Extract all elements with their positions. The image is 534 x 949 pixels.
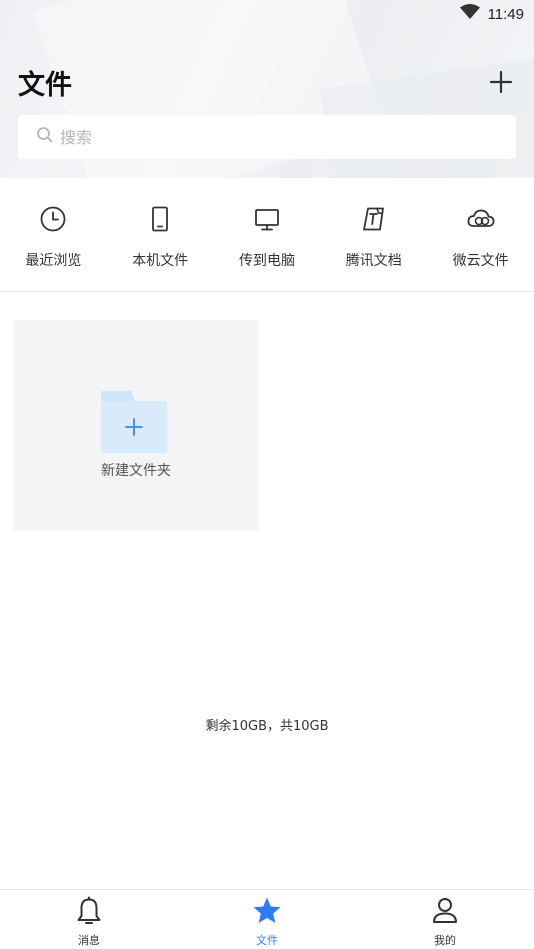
status-bar: 11:49 <box>0 0 534 28</box>
shortcut-label: 本机文件 <box>132 253 189 269</box>
cloud-icon <box>466 204 496 234</box>
page-header: 文件 <box>18 60 516 104</box>
search-input[interactable] <box>60 127 500 147</box>
star-icon <box>252 896 282 930</box>
person-icon <box>431 896 459 930</box>
storage-info: 剩余10GB，共10GB <box>205 719 329 734</box>
nav-label: 消息 <box>78 934 100 947</box>
nav-messages[interactable]: 消息 <box>0 890 178 949</box>
search-bar[interactable] <box>18 115 516 159</box>
status-time: 11:49 <box>487 5 524 23</box>
search-icon <box>36 126 54 148</box>
page-title: 文件 <box>18 69 72 101</box>
folder-plus-icon <box>101 391 167 457</box>
shortcut-weiyun-files[interactable]: 微云文件 <box>427 178 534 291</box>
tencent-docs-icon <box>359 204 389 234</box>
shortcut-row: 最近浏览 本机文件 传到电脑 腾讯文档 微云文件 <box>0 178 534 292</box>
nav-label: 我的 <box>434 934 456 947</box>
shortcut-label: 传到电脑 <box>238 253 295 269</box>
shortcut-local-files[interactable]: 本机文件 <box>107 178 214 291</box>
shortcut-label: 最近浏览 <box>25 253 82 269</box>
phone-icon <box>145 204 175 234</box>
new-folder-card[interactable]: 新建文件夹 <box>13 320 259 531</box>
nav-files[interactable]: 文件 <box>178 890 356 949</box>
shortcut-label: 微云文件 <box>452 253 509 269</box>
shortcut-label: 腾讯文档 <box>345 253 402 269</box>
shortcut-recent[interactable]: 最近浏览 <box>0 178 107 291</box>
shortcut-send-to-pc[interactable]: 传到电脑 <box>214 178 321 291</box>
bottom-nav: 消息 文件 我的 <box>0 889 534 949</box>
add-button[interactable] <box>486 67 516 97</box>
monitor-icon <box>252 204 282 234</box>
clock-icon <box>38 204 68 234</box>
wifi-icon <box>459 4 480 24</box>
bell-icon <box>75 896 103 930</box>
nav-me[interactable]: 我的 <box>356 890 534 949</box>
new-folder-label: 新建文件夹 <box>101 463 171 479</box>
plus-icon <box>489 70 513 94</box>
nav-label: 文件 <box>256 934 278 947</box>
shortcut-tencent-docs[interactable]: 腾讯文档 <box>320 178 427 291</box>
